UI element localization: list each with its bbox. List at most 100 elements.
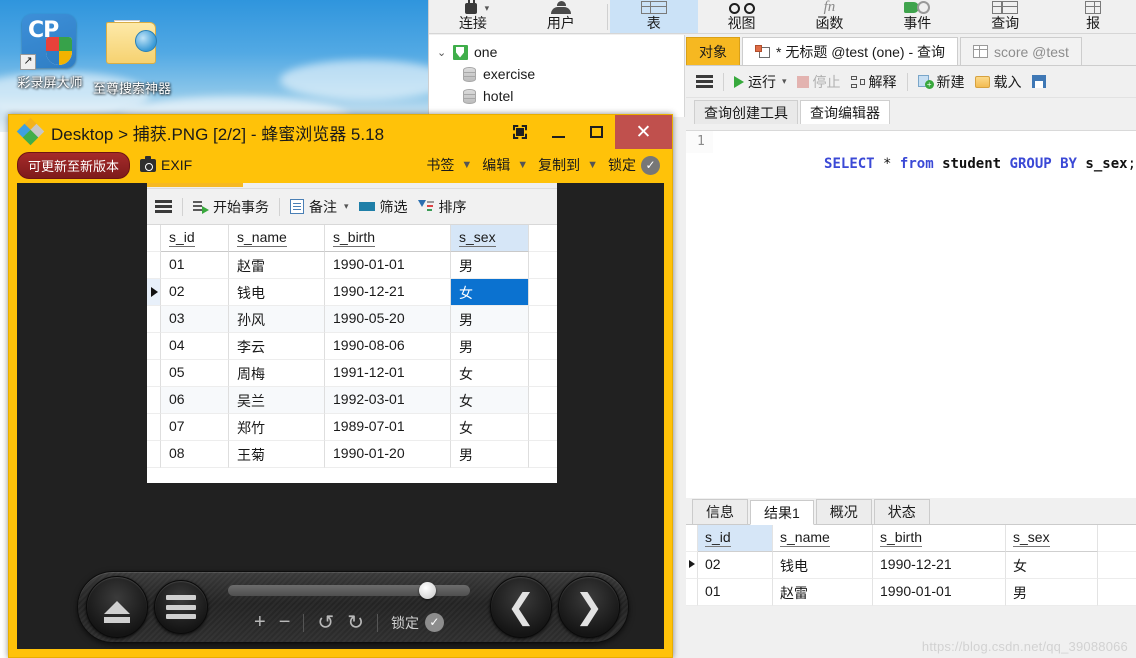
stop-button[interactable]: 停止: [796, 72, 841, 92]
captured-grid[interactable]: s_id s_name s_birth s_sex 01 赵雷 1990-01-…: [147, 225, 557, 468]
begin-transaction-button[interactable]: 开始事务: [193, 197, 269, 217]
column-header-s-name[interactable]: s_name: [773, 525, 873, 552]
sort-button[interactable]: 排序: [417, 197, 467, 217]
cell-s-name[interactable]: 赵雷: [229, 252, 325, 279]
cell-s-name[interactable]: 孙风: [229, 306, 325, 333]
table-row[interactable]: 02 钱电 1990-12-21 女: [147, 279, 557, 306]
chevron-down-icon[interactable]: ▾: [782, 76, 787, 87]
ribbon-item-connection[interactable]: ▾ 连接: [429, 0, 517, 33]
cell-s-sex[interactable]: 女: [451, 387, 529, 414]
cell-s-sex[interactable]: 女: [1006, 552, 1098, 579]
cell-s-name[interactable]: 钱电: [773, 552, 873, 579]
menu-button[interactable]: [154, 580, 208, 634]
lock-toggle[interactable]: 锁定 ✓: [608, 155, 660, 175]
cell-s-birth[interactable]: 1990-08-06: [325, 333, 451, 360]
cell-s-birth[interactable]: 1992-03-01: [325, 387, 451, 414]
close-button[interactable]: ✕: [615, 115, 672, 149]
eject-button[interactable]: [86, 576, 148, 638]
hamburger-menu-icon[interactable]: [696, 75, 713, 88]
cell-s-id[interactable]: 01: [698, 579, 773, 606]
ribbon-item-view[interactable]: 视图: [698, 0, 786, 33]
column-header-s-birth[interactable]: s_birth: [325, 225, 451, 252]
tab-untitled-query[interactable]: * 无标题 @test (one) - 查询: [742, 37, 959, 65]
tab-score-table[interactable]: score @test: [960, 37, 1082, 65]
bookmark-menu[interactable]: 书签 ▼: [426, 155, 472, 175]
table-row[interactable]: 06 吴兰 1992-03-01 女: [147, 387, 557, 414]
result-grid[interactable]: s_id s_name s_birth s_sex 02 钱电 1990-12-…: [686, 525, 1136, 606]
zoom-slider[interactable]: [228, 582, 470, 599]
cell-s-id[interactable]: 08: [161, 441, 229, 468]
cell-s-birth[interactable]: 1990-01-20: [325, 441, 451, 468]
cell-s-birth[interactable]: 1989-07-01: [325, 414, 451, 441]
table-row[interactable]: 01 赵雷 1990-01-01 男: [686, 579, 1136, 606]
next-image-button[interactable]: ❯: [558, 576, 620, 638]
rotate-cw-button[interactable]: ↻: [347, 610, 364, 635]
cell-s-name[interactable]: 赵雷: [773, 579, 873, 606]
ribbon-item-function[interactable]: fn 函数: [786, 0, 874, 33]
column-header-s-sex[interactable]: s_sex: [451, 225, 529, 252]
zoom-in-button[interactable]: +: [254, 611, 266, 634]
cell-s-id[interactable]: 01: [161, 252, 229, 279]
chevron-down-icon[interactable]: ⌄: [437, 46, 453, 59]
cell-s-sex[interactable]: 女: [451, 360, 529, 387]
zoom-out-button[interactable]: −: [279, 611, 291, 634]
minimize-button[interactable]: [539, 115, 577, 149]
sql-text[interactable]: SELECT * from student GROUP BY s_sex;: [713, 131, 1136, 197]
cell-s-sex[interactable]: 男: [451, 441, 529, 468]
rotate-ccw-button[interactable]: ↺: [317, 610, 334, 635]
tree-item-connection[interactable]: ⌄ one: [437, 41, 684, 63]
cell-s-birth[interactable]: 1990-01-01: [873, 579, 1006, 606]
cell-s-id[interactable]: 02: [161, 279, 229, 306]
cell-s-name[interactable]: 钱电: [229, 279, 325, 306]
ribbon-item-user[interactable]: 用户: [517, 0, 605, 33]
table-row[interactable]: 05 周梅 1991-12-01 女: [147, 360, 557, 387]
update-available-button[interactable]: 可更新至新版本: [17, 151, 131, 179]
maximize-button[interactable]: [577, 115, 615, 149]
cell-s-sex[interactable]: 男: [451, 333, 529, 360]
desktop-icon-search-tool[interactable]: 至尊搜索神器: [84, 14, 180, 97]
cell-s-id[interactable]: 05: [161, 360, 229, 387]
tab-profile[interactable]: 概况: [815, 499, 872, 524]
note-button[interactable]: 备注 ▾: [290, 197, 349, 217]
tab-objects[interactable]: 对象: [686, 37, 740, 65]
zoom-slider-knob[interactable]: [419, 582, 436, 599]
viewer-title-bar[interactable]: Desktop > 捕获.PNG [2/2] - 蜂蜜浏览器 5.18 ✕: [9, 115, 672, 149]
cell-s-birth[interactable]: 1990-01-01: [325, 252, 451, 279]
copy-to-menu[interactable]: 复制到 ▼: [538, 155, 598, 175]
column-header-s-id[interactable]: s_id: [698, 525, 773, 552]
table-row[interactable]: 03 孙风 1990-05-20 男: [147, 306, 557, 333]
run-button[interactable]: 运行 ▾: [734, 72, 787, 92]
cell-s-name[interactable]: 郑竹: [229, 414, 325, 441]
column-header-s-birth[interactable]: s_birth: [873, 525, 1006, 552]
tab-query-builder[interactable]: 查询创建工具: [694, 100, 798, 124]
cell-s-name[interactable]: 王菊: [229, 441, 325, 468]
save-icon[interactable]: [1031, 75, 1046, 88]
table-row[interactable]: 08 王菊 1990-01-20 男: [147, 441, 557, 468]
cell-s-sex[interactable]: 男: [451, 306, 529, 333]
cell-s-sex[interactable]: 男: [451, 252, 529, 279]
tree-item-database-hotel[interactable]: hotel: [437, 85, 684, 107]
previous-image-button[interactable]: ❮: [490, 576, 552, 638]
ribbon-item-table[interactable]: 表: [609, 0, 698, 33]
table-row[interactable]: 04 李云 1990-08-06 男: [147, 333, 557, 360]
edit-menu[interactable]: 编辑 ▼: [482, 155, 528, 175]
table-row[interactable]: 01 赵雷 1990-01-01 男: [147, 252, 557, 279]
cell-s-birth[interactable]: 1990-12-21: [325, 279, 451, 306]
connection-tree[interactable]: ⌄ one exercise hotel: [429, 35, 685, 117]
cell-s-birth[interactable]: 1990-05-20: [325, 306, 451, 333]
cell-s-sex-selected[interactable]: 女: [451, 279, 529, 306]
cell-s-id[interactable]: 04: [161, 333, 229, 360]
table-row[interactable]: 02 钱电 1990-12-21 女: [686, 552, 1136, 579]
cell-s-name[interactable]: 李云: [229, 333, 325, 360]
cell-s-id[interactable]: 03: [161, 306, 229, 333]
cell-s-name[interactable]: 吴兰: [229, 387, 325, 414]
load-button[interactable]: 载入: [974, 72, 1022, 92]
filter-button[interactable]: 筛选: [358, 197, 408, 217]
cell-s-birth[interactable]: 1990-12-21: [873, 552, 1006, 579]
cell-s-id[interactable]: 07: [161, 414, 229, 441]
cell-s-sex[interactable]: 女: [451, 414, 529, 441]
table-row[interactable]: 07 郑竹 1989-07-01 女: [147, 414, 557, 441]
tab-query-editor[interactable]: 查询编辑器: [800, 100, 890, 124]
snapshot-button[interactable]: [501, 115, 539, 149]
ribbon-item-query[interactable]: 查询: [961, 0, 1049, 33]
